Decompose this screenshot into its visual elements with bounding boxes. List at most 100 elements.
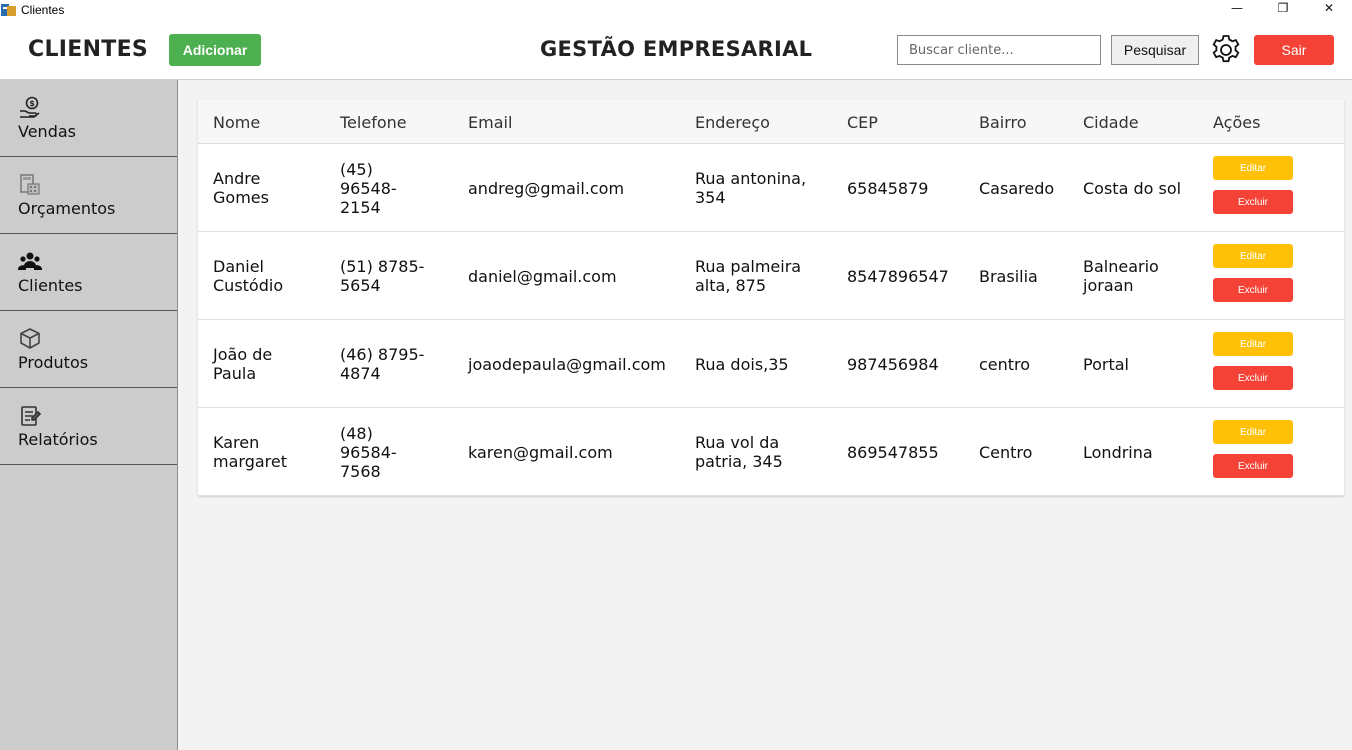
- column-header-bairro: Bairro: [979, 113, 1027, 132]
- delete-button[interactable]: Excluir: [1213, 190, 1293, 214]
- svg-text:$: $: [29, 99, 35, 108]
- column-header-cep: CEP: [847, 113, 878, 132]
- edit-button[interactable]: Editar: [1213, 156, 1293, 180]
- cell-text: João de: [213, 345, 273, 364]
- cell-text: margaret: [213, 452, 287, 471]
- cell-endereco: Rua dois,35: [695, 320, 789, 408]
- search-input[interactable]: [897, 35, 1101, 65]
- cell-endereco: Rua antonina, 354: [695, 144, 806, 232]
- cell-email: andreg@gmail.com: [468, 178, 625, 198]
- cell-text: 354: [695, 188, 726, 207]
- cell-text: Rua vol da: [695, 433, 780, 452]
- table-row: Karen margaret (48) 96584- 7568 karen@gmail…: [198, 408, 1344, 496]
- column-header-cidade: Cidade: [1083, 113, 1139, 132]
- sidebar-item-label: Clientes: [18, 276, 83, 295]
- users-icon: [18, 250, 42, 274]
- report-icon: [18, 404, 42, 428]
- cell-cep: 987456984: [847, 354, 939, 374]
- cell-text: Gomes: [213, 188, 269, 207]
- sidebar-item-relatorios[interactable]: Relatórios: [0, 388, 177, 465]
- edit-button[interactable]: Editar: [1213, 420, 1293, 444]
- sidebar-item-label: Vendas: [18, 122, 76, 141]
- cell-bairro: Brasilia: [979, 266, 1038, 286]
- cell-email: joaodepaula@gmail.com: [468, 354, 666, 374]
- cell-telefone: (51) 8785- 5654: [340, 232, 424, 320]
- cell-nome: Andre Gomes: [213, 144, 269, 232]
- search-button[interactable]: Pesquisar: [1111, 35, 1199, 65]
- sidebar: $ Vendas Orçamentos Clientes Produtos Re…: [0, 80, 178, 750]
- cell-nome: João de Paula: [213, 320, 272, 408]
- cell-telefone: (46) 8795- 4874: [340, 320, 424, 408]
- cell-cidade: Costa do sol: [1083, 144, 1181, 232]
- cell-text: alta, 875: [695, 276, 767, 295]
- cell-text: (51) 8785-: [340, 257, 425, 276]
- cell-text: Andre: [213, 169, 261, 188]
- cell-endereco: Rua palmeira alta, 875: [695, 232, 801, 320]
- sidebar-item-label: Relatórios: [18, 430, 98, 449]
- close-window-button[interactable]: ✕: [1306, 0, 1352, 16]
- edit-button[interactable]: Editar: [1213, 332, 1293, 356]
- cell-text: Rua dois,35: [695, 354, 789, 374]
- sidebar-item-clientes[interactable]: Clientes: [0, 234, 177, 311]
- sidebar-item-label: Produtos: [18, 353, 89, 372]
- money-hand-icon: $: [18, 96, 42, 120]
- cell-text: 4874: [340, 364, 381, 383]
- edit-button[interactable]: Editar: [1213, 244, 1293, 268]
- minimize-button[interactable]: —: [1214, 0, 1260, 16]
- delete-button[interactable]: Excluir: [1213, 366, 1293, 390]
- cell-text: 7568: [340, 461, 381, 481]
- column-header-telefone: Telefone: [340, 113, 407, 132]
- calculator-icon: [18, 173, 42, 197]
- sidebar-item-orcamentos[interactable]: Orçamentos: [0, 157, 177, 234]
- cell-text: Paula: [213, 364, 257, 383]
- delete-button[interactable]: Excluir: [1213, 454, 1293, 478]
- column-header-nome: Nome: [213, 113, 261, 132]
- restore-button[interactable]: ❐: [1260, 0, 1306, 16]
- column-header-endereco: Endereço: [695, 113, 770, 132]
- cell-text: (45): [340, 159, 373, 179]
- add-client-button[interactable]: Adicionar: [169, 34, 261, 66]
- table-row: Daniel Custódio (51) 8785- 5654 daniel@gma…: [198, 232, 1344, 320]
- cell-cidade: Londrina: [1083, 408, 1153, 496]
- window-titlebar: Clientes — ❐ ✕: [0, 0, 1352, 20]
- clients-table: Nome Telefone Email Endereço CEP Bairro …: [198, 100, 1344, 496]
- page-title: CLIENTES: [28, 37, 149, 62]
- cell-cidade: Portal: [1083, 320, 1129, 408]
- cell-nome: Daniel Custódio: [213, 232, 283, 320]
- cell-text: 96548-: [340, 178, 397, 198]
- cell-telefone: (45) 96548- 2154: [340, 144, 397, 232]
- gear-icon[interactable]: [1209, 33, 1243, 67]
- exit-button[interactable]: Sair: [1254, 35, 1334, 65]
- window-title: Clientes: [21, 3, 65, 17]
- cell-telefone: (48) 96584- 7568: [340, 408, 397, 496]
- cell-text: 5654: [340, 276, 381, 295]
- cell-cep: 869547855: [847, 442, 939, 462]
- cell-text: Rua palmeira: [695, 257, 802, 276]
- cell-text: Daniel: [213, 257, 264, 276]
- sidebar-item-produtos[interactable]: Produtos: [0, 311, 177, 388]
- cell-text: (46) 8795-: [340, 345, 425, 364]
- cell-text: Balneario: [1083, 257, 1159, 276]
- cell-text: 96584-: [340, 442, 397, 462]
- cell-text: 2154: [340, 197, 381, 217]
- table-header: Nome Telefone Email Endereço CEP Bairro …: [198, 100, 1344, 144]
- box-icon: [18, 327, 42, 351]
- cell-email: karen@gmail.com: [468, 442, 613, 462]
- top-header: CLIENTES Adicionar GESTÃO EMPRESARIAL Pe…: [0, 20, 1352, 80]
- delete-button[interactable]: Excluir: [1213, 278, 1293, 302]
- cell-endereco: Rua vol da patria, 345: [695, 408, 783, 496]
- column-header-email: Email: [468, 113, 513, 132]
- cell-cep: 8547896547: [847, 266, 949, 286]
- cell-text: patria, 345: [695, 452, 783, 471]
- cell-text: Custódio: [213, 276, 284, 295]
- cell-cidade: Balneario joraan: [1083, 232, 1159, 320]
- cell-text: joraan: [1083, 276, 1134, 295]
- cell-bairro: Casaredo: [979, 178, 1055, 198]
- table-row: Andre Gomes (45) 96548- 2154 andreg@gmail.c…: [198, 144, 1344, 232]
- cell-text: Rua antonina,: [695, 169, 807, 188]
- app-icon: [1, 3, 17, 17]
- sidebar-item-vendas[interactable]: $ Vendas: [0, 80, 177, 157]
- cell-text: (48): [340, 423, 373, 443]
- cell-cep: 65845879: [847, 178, 929, 198]
- cell-email: daniel@gmail.com: [468, 266, 617, 286]
